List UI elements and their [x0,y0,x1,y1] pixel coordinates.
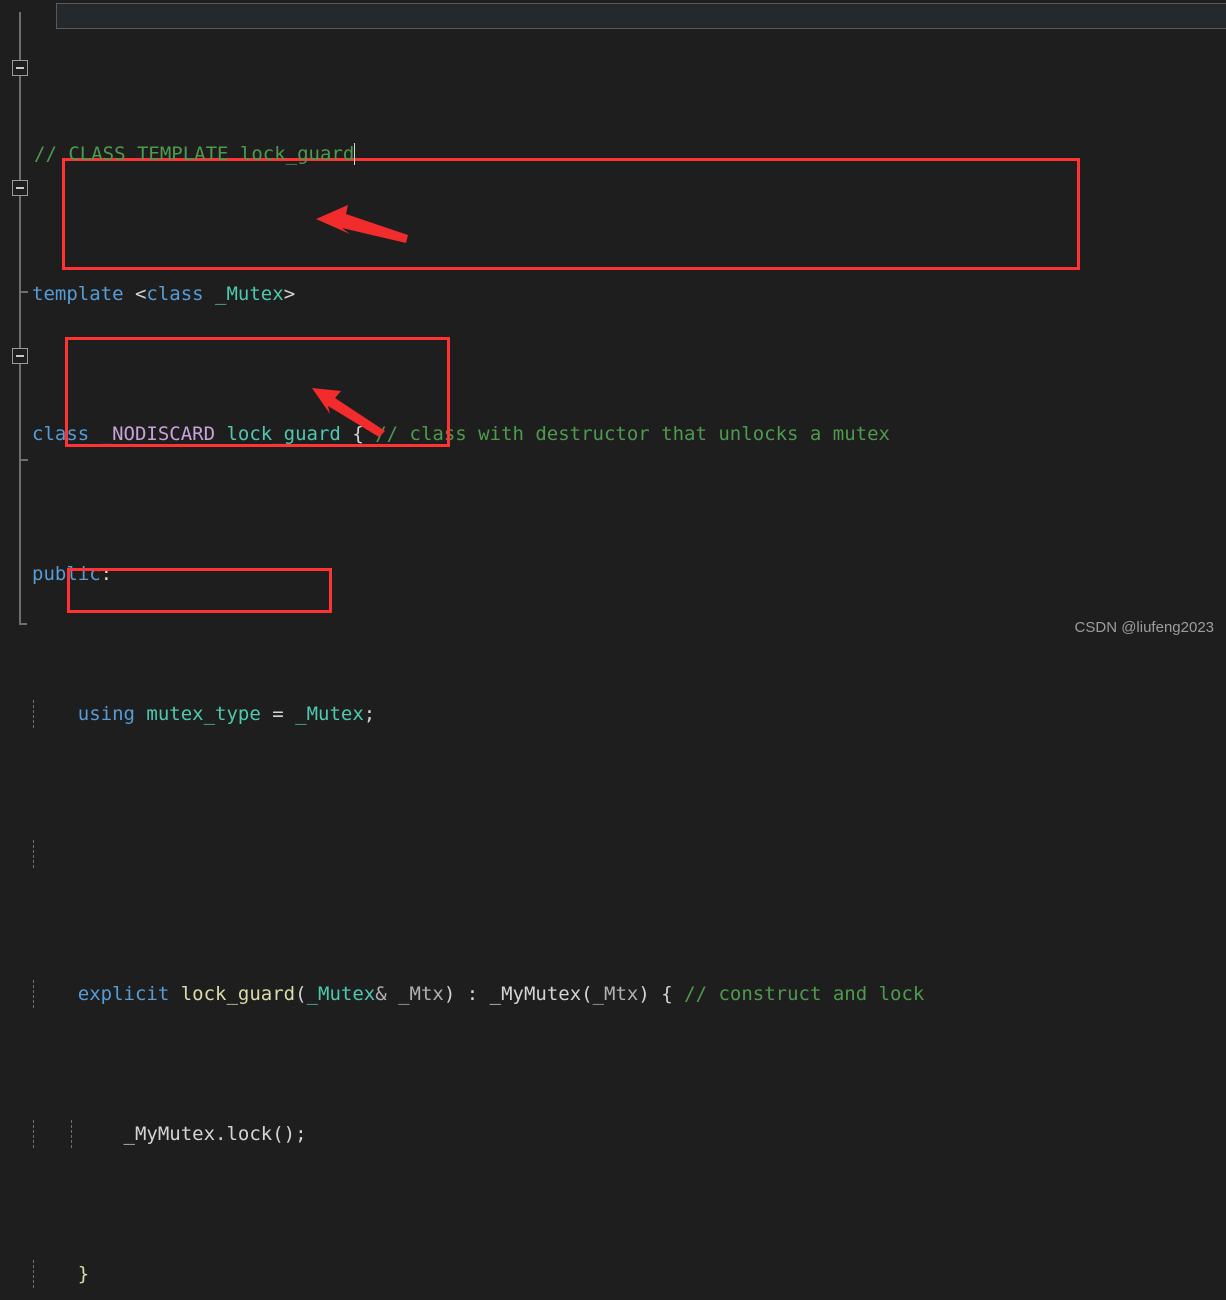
comment-class-desc: // class with destructor that unlocks a … [375,423,890,445]
punct-body-open: ) { [638,983,685,1005]
code-line-2[interactable]: template <class _Mutex> [28,280,1226,308]
code-line-7[interactable]: explicit lock_guard(_Mutex& _Mtx) : _MyM… [28,980,1226,1008]
indent-guide [33,980,34,1008]
statement-lock-call: _MyMutex.lock(); [123,1123,307,1145]
keyword-using: using [77,703,135,725]
code-line-4[interactable]: public: [28,560,1226,588]
code-line-5[interactable]: using mutex_type = _Mutex; [28,700,1226,728]
punct-angle-open: < [123,283,147,305]
indent-guide [33,1120,34,1148]
code-line-3[interactable]: class _NODISCARD lock_guard { // class w… [28,420,1226,448]
current-line-highlight [56,3,1226,29]
fold-rail-end [19,623,27,625]
macro-nodiscard: _NODISCARD [89,423,227,445]
code-line-8[interactable]: _MyMutex.lock(); [28,1120,1226,1148]
comment-class-template: // CLASS TEMPLATE lock_guard [34,143,355,165]
indent-guide-2 [71,1120,72,1148]
code-line-9[interactable]: } [28,1260,1226,1288]
param-mtx: _Mtx [398,983,444,1005]
keyword-public: public [32,563,101,585]
punct-angle-close: > [283,283,296,305]
fold-rail [19,12,21,625]
code-content[interactable]: // CLASS TEMPLATE lock_guard template <c… [28,0,1226,1288]
punct-equals: = [260,703,296,725]
watermark-credit: CSDN @liufeng2023 [1074,619,1214,636]
code-editor[interactable]: // CLASS TEMPLATE lock_guard template <c… [0,0,1226,1288]
type-mutex-ref: _Mutex [295,703,364,725]
folding-gutter[interactable] [0,0,28,650]
punct-paren-open-2: ( [581,983,593,1005]
function-ctor-lock-guard: lock_guard [169,983,296,1005]
type-param-mutex: _Mutex [306,983,376,1005]
keyword-template: template [32,283,124,305]
fold-tick-1 [21,291,28,293]
punct-paren-open: ( [295,983,307,1005]
fold-toggle-constructor[interactable] [12,180,28,196]
keyword-explicit: explicit [77,983,170,1005]
code-line-1[interactable]: // CLASS TEMPLATE lock_guard [28,140,1226,168]
type-lock-guard: lock_guard [226,423,341,445]
arg-mtx: _Mtx [592,983,639,1005]
punct-close-brace-ctor: } [77,1263,90,1285]
keyword-class: class [146,283,204,305]
fold-toggle-destructor[interactable] [12,348,28,364]
type-mutex-param: _Mutex [203,283,284,305]
indent-guide [33,1260,34,1288]
punct-init-list: ) : [443,983,490,1005]
punct-ampersand: & [375,983,399,1005]
member-init-mymutex: _MyMutex [489,983,582,1005]
type-alias-mutex-type: mutex_type [134,703,261,725]
comment-construct-and-lock: // construct and lock [684,983,925,1005]
fold-tick-2 [21,459,28,461]
keyword-class-decl: class [32,423,90,445]
code-line-6-blank[interactable] [28,840,1226,868]
punct-open-brace: { [340,423,376,445]
punct-colon-public: : [100,563,113,585]
indent-guide [33,840,34,868]
fold-toggle-class[interactable] [12,60,28,76]
text-caret [354,143,356,165]
indent-guide [33,700,34,728]
punct-semicolon: ; [363,703,376,725]
